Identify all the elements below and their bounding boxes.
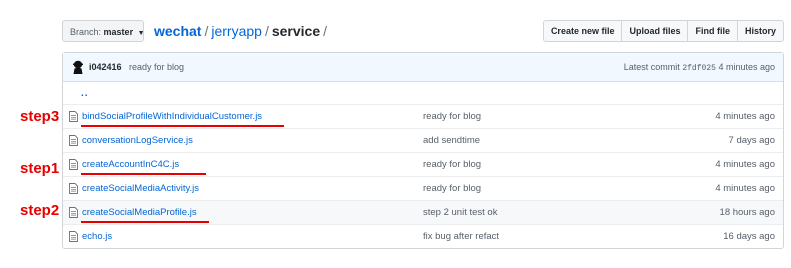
breadcrumb-separator: / bbox=[204, 23, 209, 39]
file-row[interactable]: echo.js fix bug after refact 16 days ago bbox=[63, 224, 783, 248]
latest-commit-bar: i042416 ready for blog Latest commit 2fd… bbox=[63, 53, 783, 82]
step1-underline bbox=[81, 173, 206, 175]
file-row[interactable]: conversationLogService.js add sendtime 7 d… bbox=[63, 128, 783, 152]
file-icon bbox=[69, 111, 78, 122]
branch-name: master bbox=[103, 27, 134, 37]
file-commit-age: 4 minutes ago bbox=[715, 159, 775, 170]
file-commit-message[interactable]: add sendtime bbox=[423, 129, 480, 152]
create-new-file-button[interactable]: Create new file bbox=[542, 20, 623, 42]
branch-prefix: Branch: bbox=[70, 27, 102, 37]
caret-down-icon: ▼ bbox=[137, 30, 145, 37]
parent-directory-link[interactable]: .. bbox=[81, 82, 89, 105]
commit-message[interactable]: ready for blog bbox=[129, 53, 184, 81]
breadcrumb-separator: / bbox=[264, 23, 269, 39]
file-icon bbox=[69, 231, 78, 242]
upload-files-button[interactable]: Upload files bbox=[621, 20, 689, 42]
file-name-link[interactable]: createSocialMediaActivity.js bbox=[82, 177, 199, 200]
branch-select-button[interactable]: Branch: master ▼ bbox=[62, 20, 145, 42]
file-name-link[interactable]: conversationLogService.js bbox=[82, 129, 193, 152]
file-commit-message[interactable]: step 2 unit test ok bbox=[423, 201, 497, 224]
breadcrumb: wechat / jerryapp / service / bbox=[154, 22, 330, 40]
breadcrumb-repo-link[interactable]: wechat bbox=[154, 23, 201, 39]
commit-age: 4 minutes ago bbox=[718, 62, 775, 72]
file-row[interactable]: createSocialMediaActivity.js ready for bl… bbox=[63, 176, 783, 200]
file-actions: Create new file Upload files Find file H… bbox=[542, 20, 784, 42]
file-commit-message[interactable]: fix bug after refact bbox=[423, 225, 499, 248]
latest-commit-label: Latest commit bbox=[623, 62, 680, 72]
file-commit-age: 7 days ago bbox=[728, 135, 775, 146]
breadcrumb-separator: / bbox=[323, 23, 328, 39]
commit-sha[interactable]: 2fdf025 bbox=[682, 64, 716, 73]
find-file-button[interactable]: Find file bbox=[687, 20, 738, 42]
parent-directory-row[interactable]: .. bbox=[63, 82, 783, 104]
breadcrumb-folder-link[interactable]: jerryapp bbox=[211, 23, 262, 39]
file-commit-message[interactable]: ready for blog bbox=[423, 105, 481, 128]
file-commit-message[interactable]: ready for blog bbox=[423, 153, 481, 176]
step2-underline bbox=[81, 221, 209, 223]
file-commit-age: 16 days ago bbox=[723, 231, 775, 242]
file-commit-age: 4 minutes ago bbox=[715, 183, 775, 194]
latest-commit-info: Latest commit 2fdf025 4 minutes ago bbox=[624, 53, 775, 83]
file-commit-age: 18 hours ago bbox=[719, 207, 775, 218]
step3-annotation: step3 bbox=[20, 108, 60, 125]
step1-annotation: step1 bbox=[20, 160, 60, 177]
file-icon bbox=[69, 159, 78, 170]
step2-annotation: step2 bbox=[20, 202, 60, 219]
file-icon bbox=[69, 207, 78, 218]
avatar-icon[interactable] bbox=[71, 60, 85, 74]
commit-author[interactable]: i042416 bbox=[89, 53, 122, 81]
file-commit-age: 4 minutes ago bbox=[715, 111, 775, 122]
file-navigation: Branch: master ▼ wechat / jerryapp / service… bbox=[62, 20, 784, 46]
file-icon bbox=[69, 183, 78, 194]
file-name-link[interactable]: echo.js bbox=[82, 225, 112, 248]
file-icon bbox=[69, 135, 78, 146]
file-table: i042416 ready for blog Latest commit 2fd… bbox=[62, 52, 784, 249]
breadcrumb-current: service bbox=[271, 23, 321, 39]
file-commit-message[interactable]: ready for blog bbox=[423, 177, 481, 200]
step3-underline bbox=[81, 125, 284, 127]
history-button[interactable]: History bbox=[736, 20, 784, 42]
